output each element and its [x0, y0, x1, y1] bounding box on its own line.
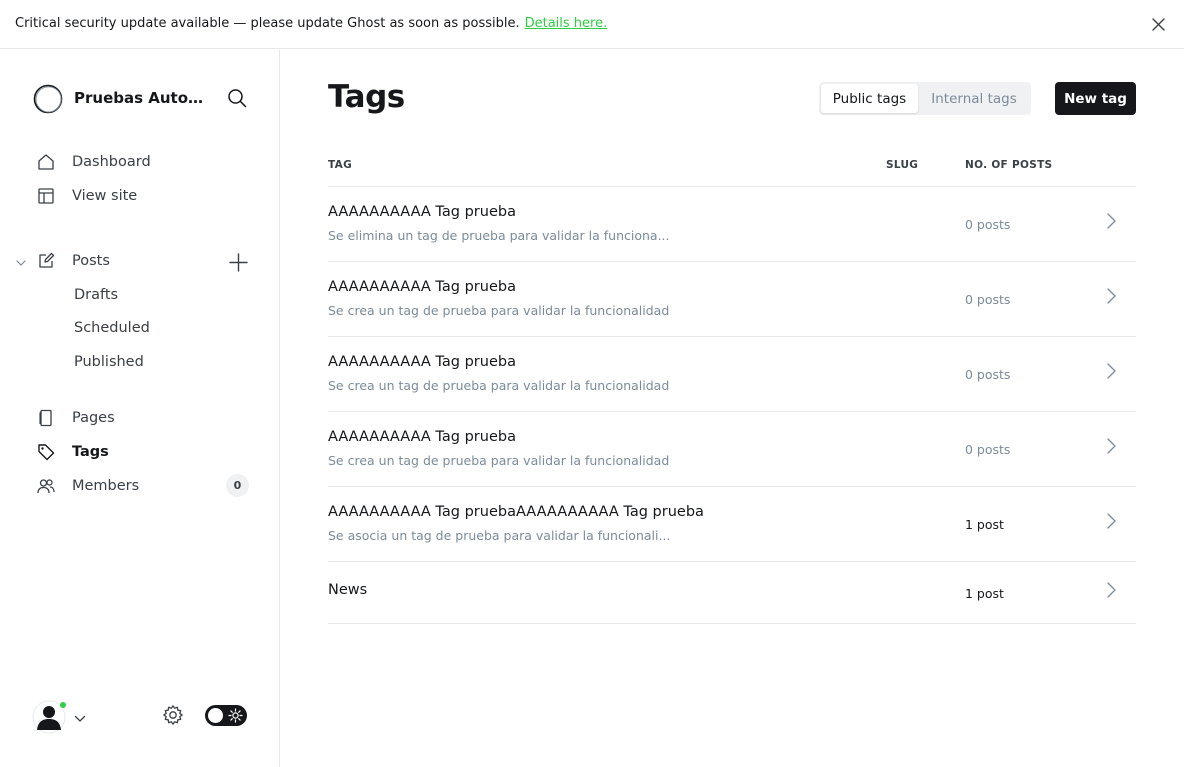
tag-description: Se crea un tag de prueba para validar la… [328, 453, 670, 468]
plus-icon[interactable] [229, 253, 248, 272]
tab-public-tags[interactable]: Public tags [821, 84, 918, 113]
tag-name: News [328, 582, 368, 598]
chevron-down-icon[interactable] [74, 710, 86, 722]
sidebar-item-label: Pages [72, 410, 115, 426]
tag-post-count: 0 posts [965, 442, 1011, 457]
column-header-posts: NO. OF POSTS [965, 159, 1053, 171]
chevron-right-icon [1105, 362, 1117, 380]
table-row[interactable]: AAAAAAAAAA Tag pruebaAAAAAAAAAA Tag prue… [328, 487, 1136, 561]
tag-post-count: 0 posts [965, 217, 1011, 232]
sidebar-item-drafts[interactable]: Drafts [74, 287, 118, 303]
sidebar-item-label: Posts [72, 253, 110, 269]
sidebar-item-view-site[interactable]: View site [36, 184, 137, 208]
edit-icon [36, 251, 56, 271]
table-row[interactable]: AAAAAAAAAA Tag prueba Se crea un tag de … [328, 412, 1136, 486]
sidebar-item-published[interactable]: Published [74, 354, 144, 370]
page-title: Tags [328, 79, 405, 115]
layout-icon [36, 186, 56, 206]
table-row[interactable]: AAAAAAAAAA Tag prueba Se crea un tag de … [328, 337, 1136, 411]
tab-internal-tags[interactable]: Internal tags [919, 84, 1029, 113]
column-header-slug: SLUG [886, 159, 919, 171]
tag-icon [36, 442, 56, 462]
tag-post-count: 1 post [965, 586, 1004, 601]
tag-type-filter: Public tags Internal tags [819, 82, 1031, 115]
sidebar-item-label: View site [72, 188, 138, 204]
sidebar-item-dashboard[interactable]: Dashboard [36, 150, 151, 174]
tag-description: Se crea un tag de prueba para validar la… [328, 378, 670, 393]
sidebar-item-label: Dashboard [72, 154, 151, 170]
sidebar-item-label: Tags [72, 444, 109, 460]
tag-name: AAAAAAAAAA Tag pruebaAAAAAAAAAA Tag prue… [328, 504, 704, 520]
tag-name: AAAAAAAAAA Tag prueba [328, 429, 516, 445]
sidebar-item-posts[interactable]: Posts [36, 249, 110, 273]
tag-post-count: 1 post [965, 517, 1004, 532]
gear-icon[interactable] [162, 704, 184, 726]
chevron-right-icon [1105, 212, 1117, 230]
chevron-right-icon [1105, 581, 1117, 599]
sun-icon [228, 708, 243, 723]
chevron-down-icon[interactable] [14, 255, 28, 269]
site-title[interactable]: Pruebas Automa... [74, 89, 212, 107]
chevron-right-icon [1105, 437, 1117, 455]
tag-description: Se crea un tag de prueba para validar la… [328, 303, 670, 318]
banner-message: Critical security update available — ple… [15, 16, 607, 31]
column-header-tag: TAG [328, 159, 352, 171]
tag-name: AAAAAAAAAA Tag prueba [328, 204, 516, 220]
sidebar-item-tags[interactable]: Tags [36, 440, 109, 464]
sidebar-item-scheduled[interactable]: Scheduled [74, 320, 150, 336]
tag-name: AAAAAAAAAA Tag prueba [328, 279, 516, 295]
members-icon [36, 476, 56, 496]
sidebar-item-members[interactable]: Members [36, 474, 139, 498]
chevron-right-icon [1105, 287, 1117, 305]
tag-post-count: 0 posts [965, 292, 1011, 307]
sidebar: Pruebas Automa... Dashboard View site Po… [0, 50, 280, 767]
tag-description: Se elimina un tag de prueba para validar… [328, 228, 670, 243]
members-count-badge: 0 [226, 474, 249, 497]
new-tag-button[interactable]: New tag [1055, 82, 1136, 115]
sidebar-item-label: Members [72, 478, 140, 494]
table-row[interactable]: AAAAAAAAAA Tag prueba Se elimina un tag … [328, 187, 1136, 261]
page-icon [36, 408, 56, 428]
tag-name: AAAAAAAAAA Tag prueba [328, 354, 516, 370]
banner-details-link[interactable]: Details here. [525, 16, 608, 31]
chevron-right-icon [1105, 512, 1117, 530]
table-row[interactable]: News 1 post [328, 562, 1136, 623]
table-row[interactable]: AAAAAAAAAA Tag prueba Se crea un tag de … [328, 262, 1136, 336]
table-divider [328, 623, 1136, 624]
home-icon [36, 152, 56, 172]
tag-description: Se asocia un tag de prueba para validar … [328, 528, 671, 543]
site-logo-icon[interactable] [32, 83, 64, 115]
sidebar-item-pages[interactable]: Pages [36, 406, 115, 430]
security-banner: Critical security update available — ple… [0, 0, 1184, 49]
theme-toggle[interactable] [205, 705, 247, 726]
banner-text: Critical security update available — ple… [15, 16, 520, 31]
moon-icon [208, 708, 223, 723]
close-icon[interactable] [1151, 17, 1166, 32]
search-icon[interactable] [227, 88, 247, 108]
online-status-dot [58, 700, 68, 710]
tag-post-count: 0 posts [965, 367, 1011, 382]
